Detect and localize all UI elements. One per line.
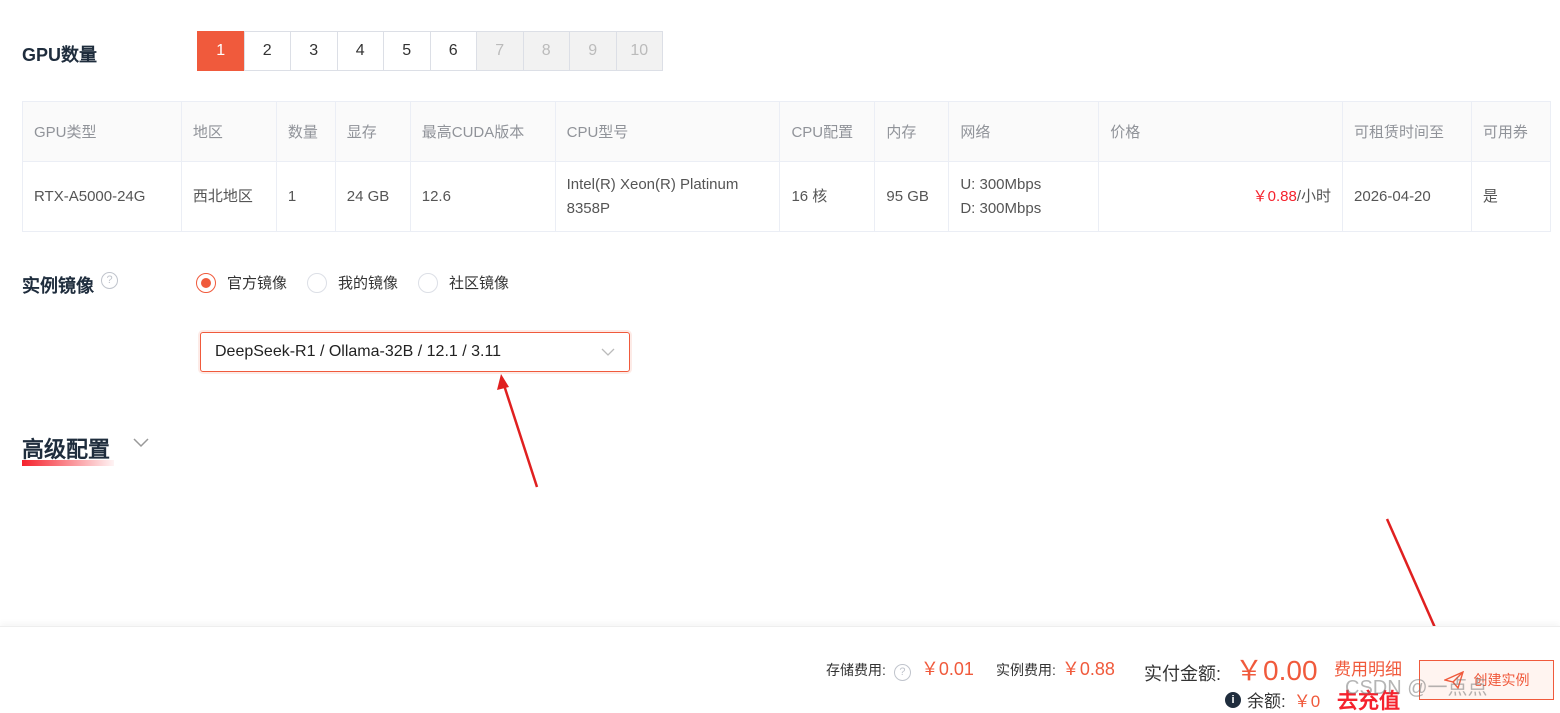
network-download: D: 300Mbps bbox=[960, 199, 1042, 217]
recharge-link[interactable]: 去充值 bbox=[1337, 685, 1400, 713]
header-memory: 内存 bbox=[874, 101, 950, 162]
image-select[interactable]: DeepSeek-R1 / Ollama-32B / 12.1 / 3.11 bbox=[200, 332, 630, 372]
cpu-model-line2: 8358P bbox=[566, 199, 610, 217]
header-network: 网络 bbox=[948, 101, 1100, 162]
create-instance-label: 创建实例 bbox=[1473, 672, 1530, 688]
gpu-spec-table: GPU类型 地区 数量 显存 最高CUDA版本 CPU型号 CPU配置 内存 网… bbox=[22, 101, 1552, 232]
image-select-value: DeepSeek-R1 / Ollama-32B / 12.1 / 3.11 bbox=[215, 343, 502, 360]
chevron-down-icon[interactable] bbox=[133, 432, 149, 454]
total-amount-label: 实付金额: bbox=[1144, 664, 1222, 684]
fee-detail-link[interactable]: 费用明细 bbox=[1334, 655, 1402, 680]
cell-coupon: 是 bbox=[1470, 161, 1552, 232]
price-amount: ￥0.88 bbox=[1252, 187, 1297, 205]
cell-cuda: 12.6 bbox=[409, 161, 556, 232]
gpu-count-option-9: 9 bbox=[569, 31, 617, 71]
image-source-radio-group: 官方镜像 我的镜像 社区镜像 bbox=[196, 272, 529, 293]
cell-vram: 24 GB bbox=[334, 161, 411, 232]
radio-label: 官方镜像 bbox=[227, 275, 288, 292]
help-icon[interactable]: ? bbox=[893, 664, 911, 681]
network-upload: U: 300Mbps bbox=[960, 175, 1042, 193]
cell-region: 西北地区 bbox=[180, 161, 277, 232]
cell-network: U: 300Mbps D: 300Mbps bbox=[948, 161, 1100, 232]
gpu-count-selector: 1 2 3 4 5 6 7 8 9 10 bbox=[197, 31, 663, 71]
table-header-row: GPU类型 地区 数量 显存 最高CUDA版本 CPU型号 CPU配置 内存 网… bbox=[22, 101, 1552, 162]
radio-checked-icon bbox=[196, 272, 216, 293]
cell-price: ￥0.88/小时 bbox=[1098, 161, 1344, 232]
total-amount-value: ￥0.00 bbox=[1235, 655, 1318, 686]
instance-fee: 实例费用: ￥0.88 bbox=[996, 655, 1115, 681]
gpu-count-option-4[interactable]: 4 bbox=[336, 31, 384, 71]
cell-memory: 95 GB bbox=[874, 161, 950, 232]
cpu-model-line1: Intel(R) Xeon(R) Platinum bbox=[566, 175, 739, 193]
balance-label: 余额: bbox=[1247, 692, 1286, 711]
cell-count: 1 bbox=[275, 161, 336, 232]
gpu-count-option-1[interactable]: 1 bbox=[197, 31, 245, 71]
cell-gpu-type: RTX-A5000-24G bbox=[22, 161, 182, 232]
gpu-count-option-2[interactable]: 2 bbox=[243, 31, 291, 71]
send-icon bbox=[1443, 671, 1464, 689]
balance-value: ￥0 bbox=[1293, 692, 1321, 711]
cell-cpu-model: Intel(R) Xeon(R) Platinum 8358P bbox=[554, 161, 781, 232]
header-cpu-config: CPU配置 bbox=[779, 101, 876, 162]
cell-cpu-config: 16 核 bbox=[779, 161, 876, 232]
gpu-count-option-10: 10 bbox=[615, 31, 663, 71]
storage-fee: 存储费用: ? ￥0.01 bbox=[826, 655, 974, 681]
price-unit: /小时 bbox=[1296, 187, 1332, 205]
instance-image-label: 实例镜像 ? bbox=[22, 272, 119, 298]
gpu-count-label: GPU数量 bbox=[22, 45, 98, 65]
gpu-count-option-5[interactable]: 5 bbox=[383, 31, 431, 71]
radio-unchecked-icon bbox=[307, 272, 328, 293]
radio-my-image[interactable]: 我的镜像 bbox=[307, 272, 398, 293]
radio-label: 我的镜像 bbox=[338, 275, 399, 292]
gpu-count-option-6[interactable]: 6 bbox=[429, 31, 477, 71]
storage-fee-label: 存储费用: bbox=[826, 662, 886, 678]
header-region: 地区 bbox=[180, 101, 277, 162]
header-cuda: 最高CUDA版本 bbox=[409, 101, 556, 162]
header-rent-until: 可租赁时间至 bbox=[1342, 101, 1472, 162]
create-instance-button[interactable]: 创建实例 bbox=[1419, 660, 1554, 700]
radio-label: 社区镜像 bbox=[449, 275, 510, 292]
cell-rent-until: 2026-04-20 bbox=[1342, 161, 1472, 232]
header-count: 数量 bbox=[275, 101, 336, 162]
gpu-count-option-3[interactable]: 3 bbox=[290, 31, 338, 71]
info-icon: i bbox=[1225, 691, 1241, 708]
gpu-count-option-7: 7 bbox=[476, 31, 524, 71]
chevron-down-icon bbox=[601, 348, 615, 356]
storage-fee-value: ￥0.01 bbox=[920, 659, 974, 679]
balance: i 余额: ￥0 bbox=[1225, 687, 1320, 712]
radio-unchecked-icon bbox=[418, 272, 439, 293]
gpu-count-option-8: 8 bbox=[522, 31, 570, 71]
radio-community-image[interactable]: 社区镜像 bbox=[418, 272, 509, 293]
total-amount: 实付金额: ￥0.00 bbox=[1144, 649, 1318, 689]
fee-detail-wrapper: 费用明细 bbox=[1334, 655, 1402, 680]
order-footer: 存储费用: ? ￥0.01 实例费用: ￥0.88 实付金额: ￥0.00 费用… bbox=[0, 626, 1560, 713]
header-vram: 显存 bbox=[334, 101, 411, 162]
header-coupon: 可用券 bbox=[1470, 101, 1552, 162]
table-row: RTX-A5000-24G 西北地区 1 24 GB 12.6 Intel(R)… bbox=[22, 161, 1552, 232]
radio-official-image[interactable]: 官方镜像 bbox=[196, 272, 287, 293]
advanced-config-title[interactable]: 高级配置 bbox=[22, 432, 110, 464]
instance-image-title: 实例镜像 bbox=[22, 276, 94, 296]
header-cpu-model: CPU型号 bbox=[554, 101, 781, 162]
instance-fee-label: 实例费用: bbox=[996, 662, 1056, 678]
annotation-arrow-to-select bbox=[497, 374, 539, 488]
header-price: 价格 bbox=[1098, 101, 1344, 162]
help-icon[interactable]: ? bbox=[101, 272, 119, 289]
header-gpu-type: GPU类型 bbox=[22, 101, 182, 162]
instance-fee-value: ￥0.88 bbox=[1061, 659, 1115, 679]
